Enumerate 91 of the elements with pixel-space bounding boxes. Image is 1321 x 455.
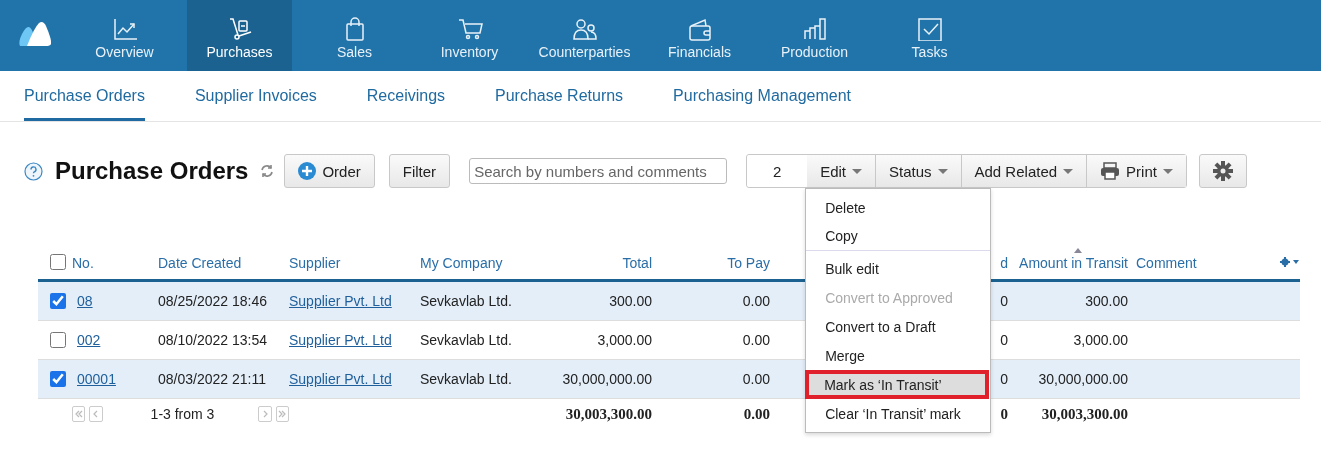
bar-chart-icon xyxy=(801,17,828,41)
total-cell-text: 0 xyxy=(1000,405,1009,423)
menu-item[interactable]: Copy xyxy=(806,222,991,251)
plus-icon xyxy=(298,162,317,180)
action-button[interactable]: Print xyxy=(1086,155,1186,187)
nav-item[interactable]: Inventory xyxy=(417,0,522,71)
table-cell-text: 0 xyxy=(1000,332,1009,348)
sort-icon xyxy=(1073,248,1082,253)
column-header[interactable]: Comment xyxy=(1136,245,1260,279)
supplier-link[interactable]: Supplier Pvt. Ltd xyxy=(289,371,420,387)
nav-item[interactable]: Purchases xyxy=(187,0,292,71)
checkbox-icon xyxy=(916,17,943,41)
nav-item[interactable]: Sales xyxy=(302,0,407,71)
logo-icon[interactable] xyxy=(18,20,52,48)
table-cell-text: 08/25/2022 18:46 xyxy=(158,293,268,309)
refresh-icon[interactable] xyxy=(260,164,275,178)
action-button[interactable]: Add Related xyxy=(960,155,1087,187)
order-link[interactable]: 00001 xyxy=(72,371,158,387)
nav-item[interactable]: Tasks xyxy=(877,0,982,71)
caret-icon xyxy=(937,168,948,174)
column-header[interactable]: Supplier xyxy=(289,245,420,279)
sub-tab[interactable]: Receivings xyxy=(366,71,446,121)
sub-tab[interactable]: Purchasing Management xyxy=(673,71,851,121)
menu-item[interactable]: Delete xyxy=(806,193,991,222)
supplier-link[interactable]: Supplier Pvt. Ltd xyxy=(289,293,420,309)
table-cell-text: 300.00 xyxy=(1085,293,1129,309)
row-checkbox[interactable] xyxy=(50,371,66,387)
menu-item[interactable]: Clear ‘In Transit’ mark xyxy=(806,399,991,428)
table-cell-text: 3,000.00 xyxy=(1073,332,1129,348)
action-button[interactable]: Edit xyxy=(807,155,875,187)
nav-item[interactable]: Overview xyxy=(72,0,177,71)
select-all-checkbox[interactable] xyxy=(50,254,66,270)
page-title: Purchase Orders xyxy=(55,157,249,185)
people-icon xyxy=(571,17,598,41)
nav-item[interactable]: Production xyxy=(762,0,867,71)
order-button[interactable]: Order xyxy=(284,154,375,188)
table-cell-text: 0.00 xyxy=(742,371,771,387)
table-cell-text: 30,000,000.00 xyxy=(562,371,653,387)
search-field[interactable]: Search by numbers and comments xyxy=(469,158,728,184)
supplier-link[interactable]: Supplier Pvt. Ltd xyxy=(289,332,420,348)
cart-icon xyxy=(456,17,483,41)
settings-icon xyxy=(1212,161,1233,181)
column-header[interactable]: Total xyxy=(622,245,660,279)
menu-item[interactable]: Convert to a Draft xyxy=(806,312,991,341)
printer-icon xyxy=(1100,162,1121,180)
caret-icon xyxy=(1162,168,1173,174)
column-header[interactable]: d xyxy=(1000,245,1016,279)
table-cell-text: 08/03/2022 21:11 xyxy=(158,371,267,387)
pager-text: 1-3 from 3 xyxy=(150,406,215,422)
column-header[interactable]: No. xyxy=(72,245,158,279)
menu-item[interactable]: Merge xyxy=(806,341,991,370)
total-cell-text: 0.00 xyxy=(743,405,771,423)
settings-button[interactable] xyxy=(1198,154,1247,188)
column-header[interactable]: To Pay xyxy=(727,245,778,279)
caret-icon xyxy=(852,168,862,174)
table-cell-text: Sevkavlab Ltd. xyxy=(420,371,513,387)
last-page-icon xyxy=(277,409,288,419)
table-cell-text: 0 xyxy=(1000,371,1009,387)
order-link[interactable]: 08 xyxy=(72,293,158,309)
table-cell-text: Sevkavlab Ltd. xyxy=(420,293,513,309)
sub-tab[interactable]: Purchase Orders xyxy=(24,71,145,121)
total-cell-text: 30,003,300.00 xyxy=(1041,405,1129,423)
table-cell-text: 0 xyxy=(1000,293,1009,309)
total-cell-text: 30,003,300.00 xyxy=(565,405,653,423)
column-header[interactable]: Date Created xyxy=(158,245,289,279)
row-checkbox[interactable] xyxy=(50,293,66,309)
first-page-icon xyxy=(73,409,84,419)
table-cell-text: 0.00 xyxy=(742,332,771,348)
row-checkbox[interactable] xyxy=(50,332,66,348)
order-link[interactable]: 002 xyxy=(72,332,158,348)
menu-item[interactable]: Bulk edit xyxy=(806,254,991,283)
nav-item[interactable]: Financials xyxy=(647,0,752,71)
table-cell-text: 0.00 xyxy=(742,293,771,309)
menu-item[interactable]: Mark as ‘In Transit’ xyxy=(805,370,990,399)
column-header[interactable]: Amount in Transit xyxy=(1019,245,1136,279)
table-cell-text: 300.00 xyxy=(609,293,653,309)
table-cell-text: 30,000,000.00 xyxy=(1038,371,1129,387)
sub-tab[interactable]: Supplier Invoices xyxy=(194,71,317,121)
sub-tab[interactable]: Purchase Returns xyxy=(495,71,624,121)
table-cell-text: 3,000.00 xyxy=(597,332,653,348)
caret-icon xyxy=(1063,168,1074,174)
table-cell-text: Sevkavlab Ltd. xyxy=(420,332,513,348)
action-button[interactable]: Status xyxy=(875,155,961,187)
help-icon[interactable] xyxy=(24,161,43,181)
nav-item[interactable]: Counterparties xyxy=(532,0,637,71)
column-header[interactable]: My Company xyxy=(420,245,540,279)
table-cell-text: 08/10/2022 13:54 xyxy=(158,332,268,348)
wallet-icon xyxy=(686,17,713,41)
column-settings-icon[interactable] xyxy=(1280,257,1300,267)
filter-button[interactable]: Filter xyxy=(388,154,451,188)
chart-icon xyxy=(111,17,138,41)
